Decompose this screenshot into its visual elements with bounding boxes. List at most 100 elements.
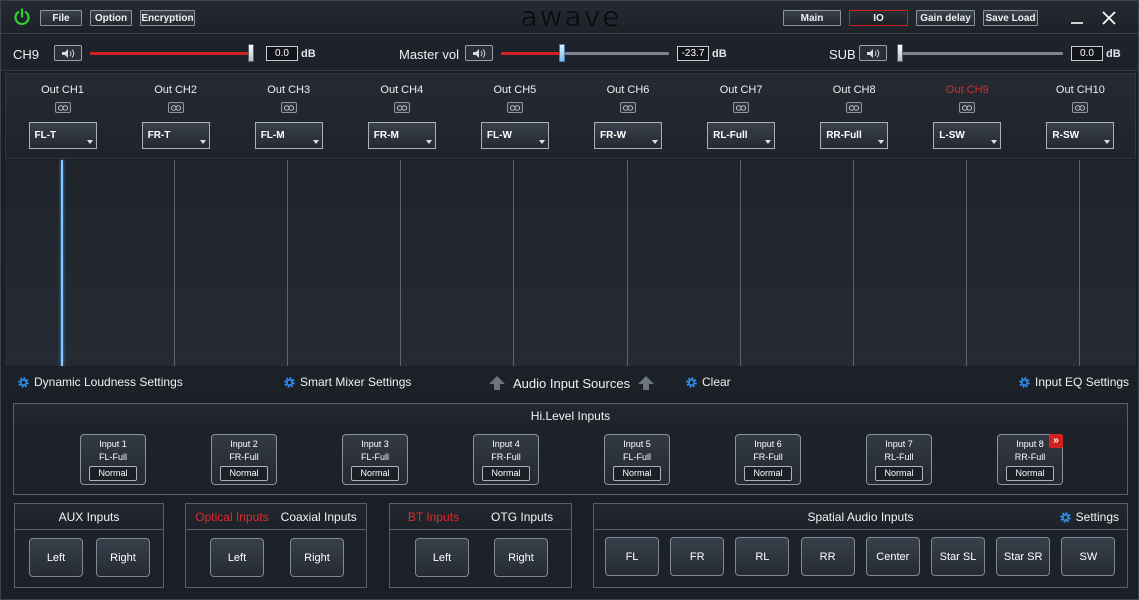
input-mode-button[interactable]: Normal: [89, 466, 137, 481]
input-mode-button[interactable]: Normal: [875, 466, 923, 481]
output-source-select[interactable]: RL-Full: [707, 122, 776, 149]
double-chevron-right-icon[interactable]: »: [1049, 434, 1063, 448]
channel-mute-button[interactable]: [54, 45, 82, 61]
output-channel-column: Out CH7 RL-Full: [685, 74, 798, 160]
output-source-select[interactable]: FR-M: [367, 122, 436, 149]
output-channel-name[interactable]: Out CH6: [572, 84, 685, 96]
link-icon[interactable]: [1072, 102, 1089, 113]
coaxial-left-button[interactable]: Left: [210, 538, 264, 577]
spatial-input-button[interactable]: RR: [800, 537, 855, 576]
output-channel-name[interactable]: Out CH3: [232, 84, 345, 96]
spatial-input-button[interactable]: RL: [735, 537, 790, 576]
link-icon[interactable]: [280, 102, 297, 113]
coaxial-inputs-tab[interactable]: Coaxial Inputs: [281, 510, 357, 524]
sub-mute-button[interactable]: [859, 45, 887, 61]
link-icon[interactable]: [167, 102, 184, 113]
hi-level-input-card[interactable]: Input 2 FR-Full Normal: [211, 434, 277, 485]
output-source-select[interactable]: FR-W: [594, 122, 662, 149]
output-source-select[interactable]: FL-W: [480, 122, 549, 149]
arrow-up-icon[interactable]: [637, 375, 655, 391]
spatial-input-button[interactable]: SW: [1061, 537, 1116, 576]
gain-delay-button[interactable]: Gain delay: [916, 10, 975, 26]
output-source-value: FR-M: [373, 130, 399, 141]
coaxial-right-button[interactable]: Right: [290, 538, 344, 577]
clear-button[interactable]: Clear: [685, 375, 731, 389]
option-button[interactable]: Option: [90, 10, 132, 26]
channel-volume-thumb[interactable]: [248, 44, 254, 62]
encryption-button[interactable]: Encryption: [140, 10, 195, 26]
spatial-audio-inputs-panel: Spatial Audio Inputs Settings FL FR RL RR Ce…: [593, 503, 1128, 588]
aux-inputs-panel: AUX Inputs Left Right: [14, 503, 164, 588]
input-mode-button[interactable]: Normal: [482, 466, 530, 481]
spatial-input-button[interactable]: FL: [605, 537, 659, 576]
dynamic-loudness-settings-button[interactable]: Dynamic Loudness Settings: [17, 375, 183, 389]
input-mode-button[interactable]: Normal: [220, 466, 268, 481]
sub-volume-thumb[interactable]: [897, 44, 903, 62]
link-icon[interactable]: [846, 102, 863, 113]
output-source-select[interactable]: FR-T: [141, 122, 210, 149]
file-button[interactable]: File: [40, 10, 82, 26]
output-channel-column: Out CH2 FR-T: [119, 74, 232, 160]
hi-level-input-card[interactable]: Input 8 RR-Full Normal»: [997, 434, 1063, 485]
hi-level-input-card[interactable]: Input 3 FL-Full Normal: [342, 434, 408, 485]
output-channel-name[interactable]: Out CH2: [119, 84, 232, 96]
link-icon[interactable]: [506, 102, 523, 113]
output-source-select[interactable]: L-SW: [933, 122, 1002, 149]
sub-volume-value[interactable]: 0.0: [1071, 46, 1103, 61]
channel-volume-slider[interactable]: [90, 52, 254, 55]
output-channel-name[interactable]: Out CH10: [1024, 84, 1137, 96]
input-mode-button[interactable]: Normal: [351, 466, 399, 481]
output-channel-name[interactable]: Out CH4: [345, 84, 458, 96]
spatial-input-button[interactable]: Star SR: [996, 537, 1051, 576]
hi-level-input-card[interactable]: Input 4 FR-Full Normal: [473, 434, 539, 485]
output-channel-name[interactable]: Out CH5: [458, 84, 571, 96]
smart-mixer-settings-button[interactable]: Smart Mixer Settings: [283, 375, 411, 389]
bt-inputs-tab[interactable]: BT Inputs: [408, 510, 459, 524]
master-mute-button[interactable]: [465, 45, 493, 61]
output-channel-name[interactable]: Out CH8: [798, 84, 911, 96]
otg-left-button[interactable]: Left: [415, 538, 469, 577]
master-volume-value[interactable]: -23.7: [677, 46, 709, 61]
aux-right-button[interactable]: Right: [96, 538, 150, 577]
minimize-icon[interactable]: [1067, 9, 1087, 27]
main-button[interactable]: Main: [783, 10, 841, 26]
output-source-select[interactable]: RR-Full: [820, 122, 889, 149]
link-icon[interactable]: [620, 102, 636, 113]
output-source-select[interactable]: FL-T: [28, 122, 97, 149]
chevron-down-icon: [425, 140, 432, 144]
input-mode-button[interactable]: Normal: [613, 466, 661, 481]
hi-level-input-card[interactable]: Input 6 FR-Full Normal: [735, 434, 801, 485]
output-source-select[interactable]: R-SW: [1046, 122, 1115, 149]
output-channel-name[interactable]: Out CH7: [685, 84, 798, 96]
output-channel-name[interactable]: Out CH1: [6, 84, 119, 96]
spatial-input-button[interactable]: FR: [670, 537, 725, 576]
hi-level-input-card[interactable]: Input 7 RL-Full Normal: [866, 434, 932, 485]
aux-left-button[interactable]: Left: [29, 538, 83, 577]
output-channel-name[interactable]: Out CH9: [911, 84, 1024, 96]
link-icon[interactable]: [54, 102, 71, 113]
hi-level-input-card[interactable]: Input 5 FL-Full Normal: [604, 434, 670, 485]
input-mode-button[interactable]: Normal: [744, 466, 792, 481]
close-icon[interactable]: [1099, 9, 1119, 27]
link-icon[interactable]: [733, 102, 750, 113]
input-eq-settings-button[interactable]: Input EQ Settings: [1018, 375, 1129, 389]
save-load-button[interactable]: Save Load: [983, 10, 1038, 26]
master-volume-thumb[interactable]: [559, 44, 565, 62]
sub-volume-slider[interactable]: [897, 52, 1063, 55]
link-icon[interactable]: [393, 102, 410, 113]
io-button[interactable]: IO: [849, 10, 908, 26]
master-volume-slider[interactable]: [501, 52, 669, 55]
spatial-input-button[interactable]: Star SL: [931, 537, 985, 576]
input-mode-button[interactable]: Normal: [1006, 466, 1054, 481]
optical-inputs-tab[interactable]: Optical Inputs: [195, 510, 268, 524]
channel-volume-value[interactable]: 0.0: [266, 46, 298, 61]
spatial-input-button[interactable]: Center: [865, 537, 920, 576]
link-icon[interactable]: [959, 102, 976, 113]
arrow-up-icon[interactable]: [488, 375, 506, 391]
hi-level-input-card[interactable]: Input 1 FL-Full Normal: [80, 434, 146, 485]
otg-right-button[interactable]: Right: [494, 538, 548, 577]
otg-inputs-tab[interactable]: OTG Inputs: [491, 510, 553, 524]
clear-label: Clear: [702, 375, 731, 389]
power-icon[interactable]: [13, 8, 31, 26]
output-source-select[interactable]: FL-M: [254, 122, 323, 149]
